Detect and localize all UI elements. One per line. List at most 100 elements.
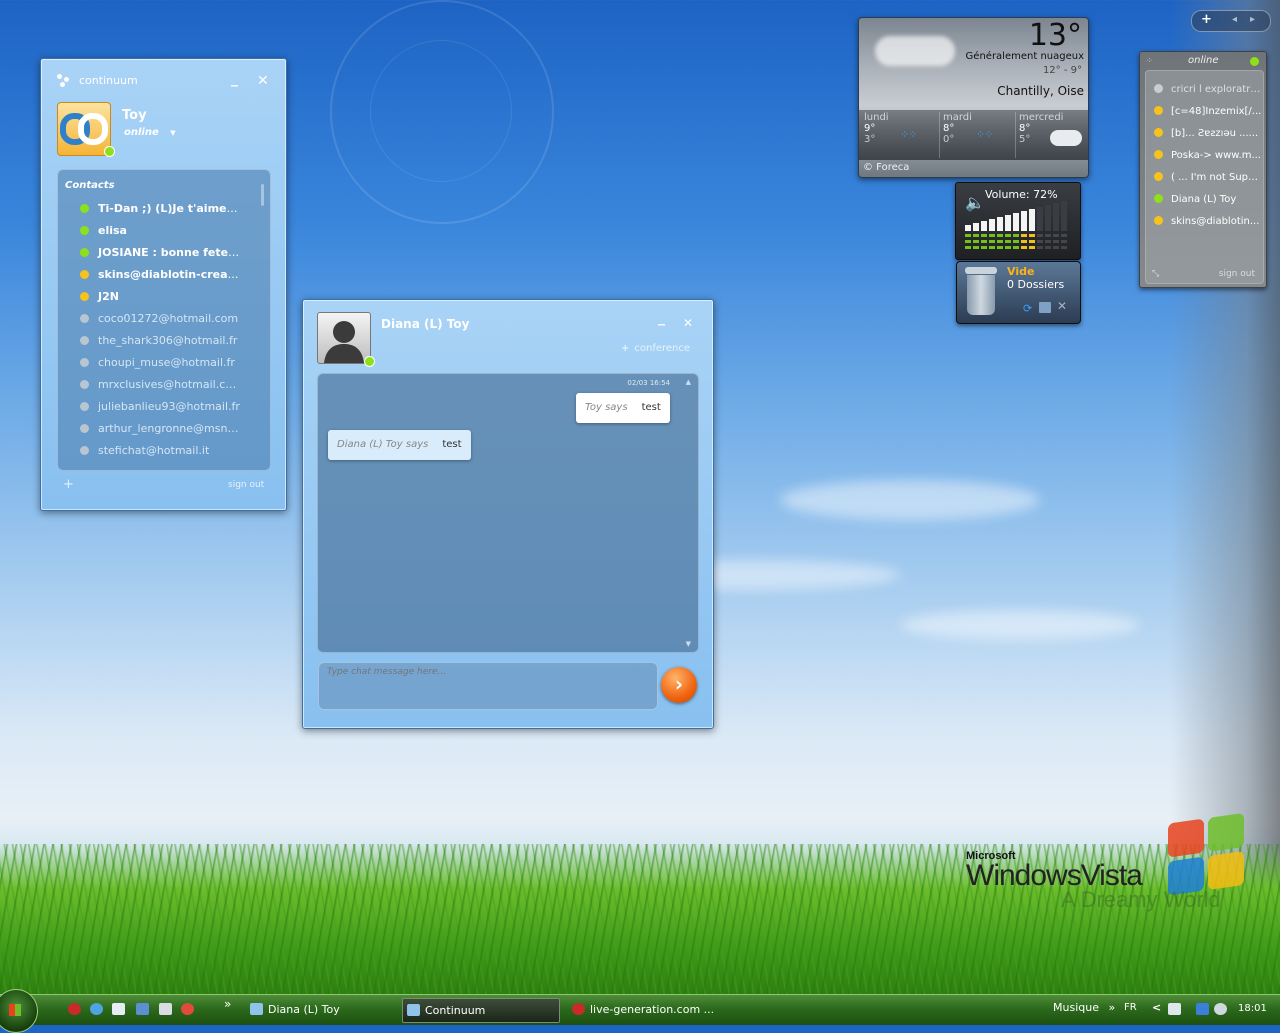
volume-led [1045, 240, 1051, 243]
volume-led [1061, 240, 1067, 243]
taskbar-button-continuum[interactable]: Continuum [402, 998, 560, 1023]
network-icon[interactable] [1168, 1003, 1181, 1015]
volume-led [1013, 240, 1019, 243]
messenger-icon[interactable] [90, 1003, 103, 1015]
contact-item[interactable]: Ti-Dan ;) (L)Je t'aime AlexXx... [58, 198, 240, 220]
quick-launch-more[interactable]: » [224, 997, 231, 1011]
weather-credit[interactable]: © Foreca [863, 162, 909, 173]
chevron-down-icon: ▼ [170, 129, 176, 137]
camera-icon[interactable] [159, 1003, 172, 1015]
recycle-bin-gadget[interactable]: Vide 0 Dossiers ⟳ ✕ [956, 261, 1081, 324]
forecast-day-name: mardi [943, 112, 972, 123]
empty-bin-icon[interactable] [1039, 302, 1051, 313]
conference-button[interactable]: + conference [621, 343, 690, 354]
plus-icon: + [621, 343, 630, 354]
start-button[interactable] [0, 989, 38, 1033]
clock[interactable]: 18:01 [1238, 1003, 1267, 1014]
online-contact-item[interactable]: Poska-> www.m... [1154, 145, 1262, 167]
volume-bar [1045, 205, 1051, 231]
add-gadget-button[interactable]: + [1201, 12, 1212, 27]
message-timestamp: 02/03 16:54 [627, 379, 670, 387]
minimize-button[interactable]: _ [231, 71, 238, 87]
contact-item[interactable]: mrxclusives@hotmail.com [58, 374, 240, 396]
next-page-button[interactable]: ▸ [1250, 14, 1255, 25]
status-dot [80, 248, 89, 257]
volume-bar [1029, 209, 1035, 231]
browser-icon[interactable] [68, 1003, 81, 1015]
send-button[interactable]: › [661, 667, 697, 703]
volume-bar [1021, 211, 1027, 231]
resize-icon[interactable]: ⤡ [1152, 269, 1159, 279]
language-indicator[interactable]: FR [1124, 1002, 1137, 1013]
contact-avatar [317, 312, 371, 364]
status-dot [1154, 194, 1163, 203]
clouds-icon [875, 36, 955, 66]
contact-item[interactable]: J2N [58, 286, 240, 308]
volume-led [1013, 234, 1019, 237]
taskbar-button-chat[interactable]: Diana (L) Toy [246, 998, 416, 1021]
online-contact-item[interactable]: cricri l exploratri... [1154, 79, 1262, 101]
add-contact-button[interactable]: + [63, 477, 74, 492]
contact-item[interactable]: arthur_lengronne@msn.com [58, 418, 240, 440]
refresh-icon[interactable]: ⟳ [1023, 302, 1032, 315]
status-dot [80, 314, 89, 323]
online-sign-out-link[interactable]: sign out [1219, 269, 1255, 279]
scroll-up-icon[interactable]: ▲ [686, 378, 691, 386]
contacts-scrollbar[interactable] [261, 184, 264, 206]
user-avatar[interactable] [57, 102, 111, 156]
media-player-icon[interactable] [181, 1003, 194, 1015]
close-gadget-icon[interactable]: ✕ [1057, 299, 1067, 313]
close-button[interactable]: ✕ [683, 316, 693, 330]
volume-led [1021, 234, 1027, 237]
switch-windows-icon[interactable] [136, 1003, 149, 1015]
previous-page-button[interactable]: ◂ [1232, 14, 1237, 25]
grip-icon[interactable]: ⁘ [1146, 56, 1153, 65]
minimize-button[interactable]: _ [658, 310, 665, 326]
window-title: continuum [79, 74, 138, 87]
display-icon[interactable] [1196, 1003, 1209, 1015]
status-dropdown[interactable]: online ▼ [124, 127, 176, 138]
volume-tray-icon[interactable] [1214, 1003, 1227, 1015]
continuum-avatar-icon [60, 113, 108, 145]
contact-item[interactable]: coco01272@hotmail.com [58, 308, 240, 330]
mail-icon[interactable] [112, 1003, 125, 1015]
contact-name: mrxclusives@hotmail.com [98, 378, 240, 391]
online-contact-item[interactable]: ( ... I'm not Supe... [1154, 167, 1262, 189]
volume-led [1013, 246, 1019, 249]
music-toolbar[interactable]: Musique » [1053, 1001, 1115, 1014]
user-status-dot [104, 146, 115, 157]
online-contact-item[interactable]: [c=48]Inzemix[/... [1154, 101, 1262, 123]
volume-led [1005, 234, 1011, 237]
volume-led [997, 234, 1003, 237]
contact-item[interactable]: stefichat@hotmail.it [58, 440, 240, 462]
message-text: test [641, 402, 661, 413]
contacts-header: Contacts [65, 180, 115, 191]
forecast-day: lundi 9° 3° ⁘⁘ [864, 112, 934, 158]
online-contact-item[interactable]: skins@diablotin... [1154, 211, 1262, 233]
contact-item[interactable]: skins@diablotin-created.fr (... [58, 264, 240, 286]
volume-led [989, 246, 995, 249]
contact-item[interactable]: elisa [58, 220, 240, 242]
chat-message-input[interactable] [318, 662, 658, 710]
contact-item[interactable]: juliebanlieu93@hotmail.fr [58, 396, 240, 418]
volume-gadget[interactable]: 🔈 Volume: 72% [955, 182, 1081, 260]
contact-item[interactable]: JOSIANE : bonne fete a toute... [58, 242, 240, 264]
volume-bar [981, 221, 987, 231]
taskbar-button-label: live-generation.com ... [590, 1003, 715, 1016]
contact-item[interactable]: the_shark306@hotmail.fr [58, 330, 240, 352]
online-contact-name: skins@diablotin... [1171, 216, 1260, 227]
close-button[interactable]: ✕ [257, 73, 269, 89]
online-contact-item[interactable]: [b]... Ƨɐƨzıǝu ...... [1154, 123, 1262, 145]
contact-item[interactable]: choupi_muse@hotmail.fr [58, 352, 240, 374]
taskbar-button-browser[interactable]: live-generation.com ... [568, 998, 740, 1021]
browser-window-icon [572, 1003, 585, 1015]
sign-out-link[interactable]: sign out [228, 480, 264, 490]
weather-gadget[interactable]: 13° Généralement nuageux 12° - 9° Chanti… [858, 17, 1089, 178]
logo-tagline: A Dreamy World [1061, 887, 1221, 912]
online-contact-item[interactable]: Diana (L) Toy [1154, 189, 1262, 211]
tray-expand-button[interactable]: < [1152, 1001, 1161, 1014]
volume-meter[interactable] [965, 201, 1071, 253]
contact-name: choupi_muse@hotmail.fr [98, 356, 235, 369]
volume-led [1029, 246, 1035, 249]
scroll-down-icon[interactable]: ▼ [686, 640, 691, 648]
